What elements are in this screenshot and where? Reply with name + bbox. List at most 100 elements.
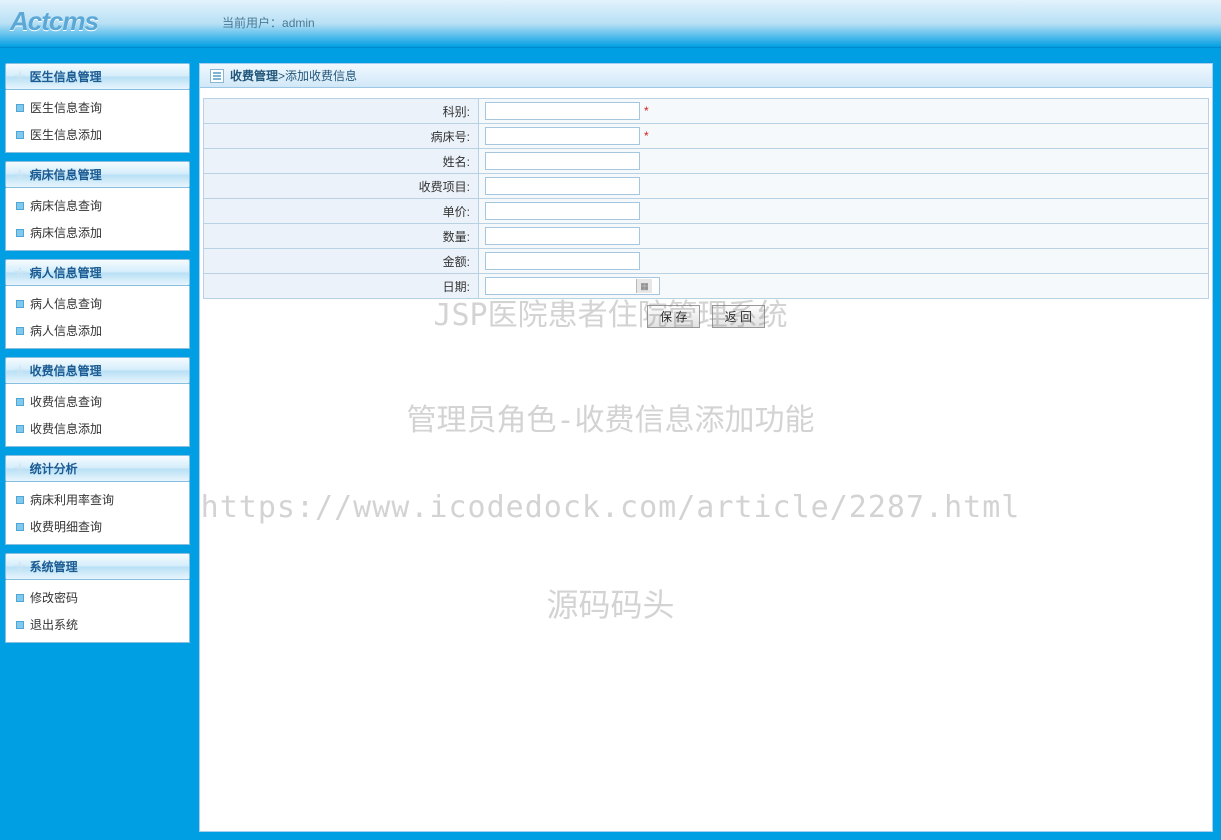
- text-input[interactable]: [485, 202, 640, 220]
- breadcrumb: 收费管理 > 添加收费信息: [200, 64, 1212, 88]
- star-icon: ☆: [14, 69, 26, 85]
- star-icon: ☆: [14, 363, 26, 379]
- nav-body: 医生信息查询医生信息添加: [5, 90, 190, 153]
- field-label: 金额:: [204, 249, 479, 274]
- sidebar-item[interactable]: 病人信息查询: [6, 290, 189, 317]
- form-table: 科别:*病床号:*姓名:收费项目:单价:数量:金额:日期:▦: [203, 98, 1209, 299]
- current-user: 当前用户：admin: [222, 14, 315, 31]
- sidebar-item-label: 病床信息添加: [30, 224, 102, 241]
- nav-body: 病床信息查询病床信息添加: [5, 188, 190, 251]
- nav-header-label: 收费信息管理: [30, 362, 102, 379]
- nav-group: ☆病人信息管理病人信息查询病人信息添加: [5, 259, 190, 349]
- back-button[interactable]: 返 回: [712, 305, 765, 328]
- bullet-icon: [16, 523, 24, 531]
- nav-body: 收费信息查询收费信息添加: [5, 384, 190, 447]
- sidebar-item-label: 病人信息添加: [30, 322, 102, 339]
- sidebar-item[interactable]: 病人信息添加: [6, 317, 189, 344]
- field-value-cell: [479, 149, 1209, 174]
- breadcrumb-sep: >: [278, 69, 285, 83]
- nav-group: ☆医生信息管理医生信息查询医生信息添加: [5, 63, 190, 153]
- sidebar-item-label: 收费明细查询: [30, 518, 102, 535]
- bullet-icon: [16, 594, 24, 602]
- text-input[interactable]: [485, 102, 640, 120]
- nav-group: ☆系统管理修改密码退出系统: [5, 553, 190, 643]
- nav-header-label: 系统管理: [30, 558, 78, 575]
- required-mark: *: [644, 104, 649, 118]
- form-row: 数量:: [204, 224, 1209, 249]
- field-label: 日期:: [204, 274, 479, 299]
- sidebar-item[interactable]: 医生信息添加: [6, 121, 189, 148]
- list-icon: [210, 69, 224, 83]
- nav-header-label: 病床信息管理: [30, 166, 102, 183]
- calendar-icon[interactable]: ▦: [636, 279, 652, 293]
- field-value-cell: [479, 249, 1209, 274]
- bullet-icon: [16, 621, 24, 629]
- nav-header[interactable]: ☆病床信息管理: [5, 161, 190, 188]
- bullet-icon: [16, 425, 24, 433]
- bullet-icon: [16, 229, 24, 237]
- sidebar-item[interactable]: 病床利用率查询: [6, 486, 189, 513]
- field-label: 数量:: [204, 224, 479, 249]
- nav-header[interactable]: ☆病人信息管理: [5, 259, 190, 286]
- sidebar-item-label: 收费信息添加: [30, 420, 102, 437]
- text-input[interactable]: [485, 177, 640, 195]
- nav-header[interactable]: ☆收费信息管理: [5, 357, 190, 384]
- nav-header[interactable]: ☆系统管理: [5, 553, 190, 580]
- form-area: 科别:*病床号:*姓名:收费项目:单价:数量:金额:日期:▦ 保 存 返 回: [200, 88, 1212, 338]
- sidebar-item[interactable]: 病床信息查询: [6, 192, 189, 219]
- field-label: 收费项目:: [204, 174, 479, 199]
- sidebar-item-label: 医生信息添加: [30, 126, 102, 143]
- field-value-cell: *: [479, 124, 1209, 149]
- text-input[interactable]: [485, 227, 640, 245]
- sidebar-item[interactable]: 收费信息查询: [6, 388, 189, 415]
- form-row: 日期: ▦: [204, 274, 1209, 299]
- date-input-wrap: ▦: [485, 277, 660, 295]
- field-value-cell: [479, 199, 1209, 224]
- bullet-icon: [16, 104, 24, 112]
- breadcrumb-section: 收费管理: [230, 67, 278, 84]
- nav-group: ☆统计分析病床利用率查询收费明细查询: [5, 455, 190, 545]
- sidebar-item[interactable]: 收费明细查询: [6, 513, 189, 540]
- form-row: 姓名:: [204, 149, 1209, 174]
- sidebar-item-label: 退出系统: [30, 616, 78, 633]
- sidebar-item-label: 医生信息查询: [30, 99, 102, 116]
- sidebar-item[interactable]: 修改密码: [6, 584, 189, 611]
- bullet-icon: [16, 131, 24, 139]
- form-row: 金额:: [204, 249, 1209, 274]
- sidebar-item[interactable]: 医生信息查询: [6, 94, 189, 121]
- username: admin: [282, 16, 315, 30]
- sidebar-item-label: 修改密码: [30, 589, 78, 606]
- field-value-cell: [479, 224, 1209, 249]
- sidebar-item-label: 病床利用率查询: [30, 491, 114, 508]
- bullet-icon: [16, 300, 24, 308]
- button-row: 保 存 返 回: [203, 305, 1209, 328]
- top-header: Actcms 当前用户：admin: [0, 0, 1221, 48]
- nav-header-label: 医生信息管理: [30, 68, 102, 85]
- bullet-icon: [16, 327, 24, 335]
- text-input[interactable]: [485, 127, 640, 145]
- field-label: 病床号:: [204, 124, 479, 149]
- form-row: 单价:: [204, 199, 1209, 224]
- sidebar-item[interactable]: 病床信息添加: [6, 219, 189, 246]
- content-panel: 收费管理 > 添加收费信息 科别:*病床号:*姓名:收费项目:单价:数量:金额:…: [199, 63, 1213, 832]
- nav-group: ☆病床信息管理病床信息查询病床信息添加: [5, 161, 190, 251]
- nav-body: 病人信息查询病人信息添加: [5, 286, 190, 349]
- date-input[interactable]: [486, 278, 636, 294]
- text-input[interactable]: [485, 252, 640, 270]
- star-icon: ☆: [14, 167, 26, 183]
- logo: Actcms: [10, 6, 98, 37]
- star-icon: ☆: [14, 265, 26, 281]
- sidebar-item[interactable]: 退出系统: [6, 611, 189, 638]
- field-label: 姓名:: [204, 149, 479, 174]
- bullet-icon: [16, 398, 24, 406]
- bullet-icon: [16, 496, 24, 504]
- text-input[interactable]: [485, 152, 640, 170]
- nav-body: 病床利用率查询收费明细查询: [5, 482, 190, 545]
- save-button[interactable]: 保 存: [647, 305, 700, 328]
- nav-header[interactable]: ☆医生信息管理: [5, 63, 190, 90]
- form-row: 科别:*: [204, 99, 1209, 124]
- nav-header[interactable]: ☆统计分析: [5, 455, 190, 482]
- sidebar-item-label: 病床信息查询: [30, 197, 102, 214]
- field-value-cell: ▦: [479, 274, 1209, 299]
- sidebar-item[interactable]: 收费信息添加: [6, 415, 189, 442]
